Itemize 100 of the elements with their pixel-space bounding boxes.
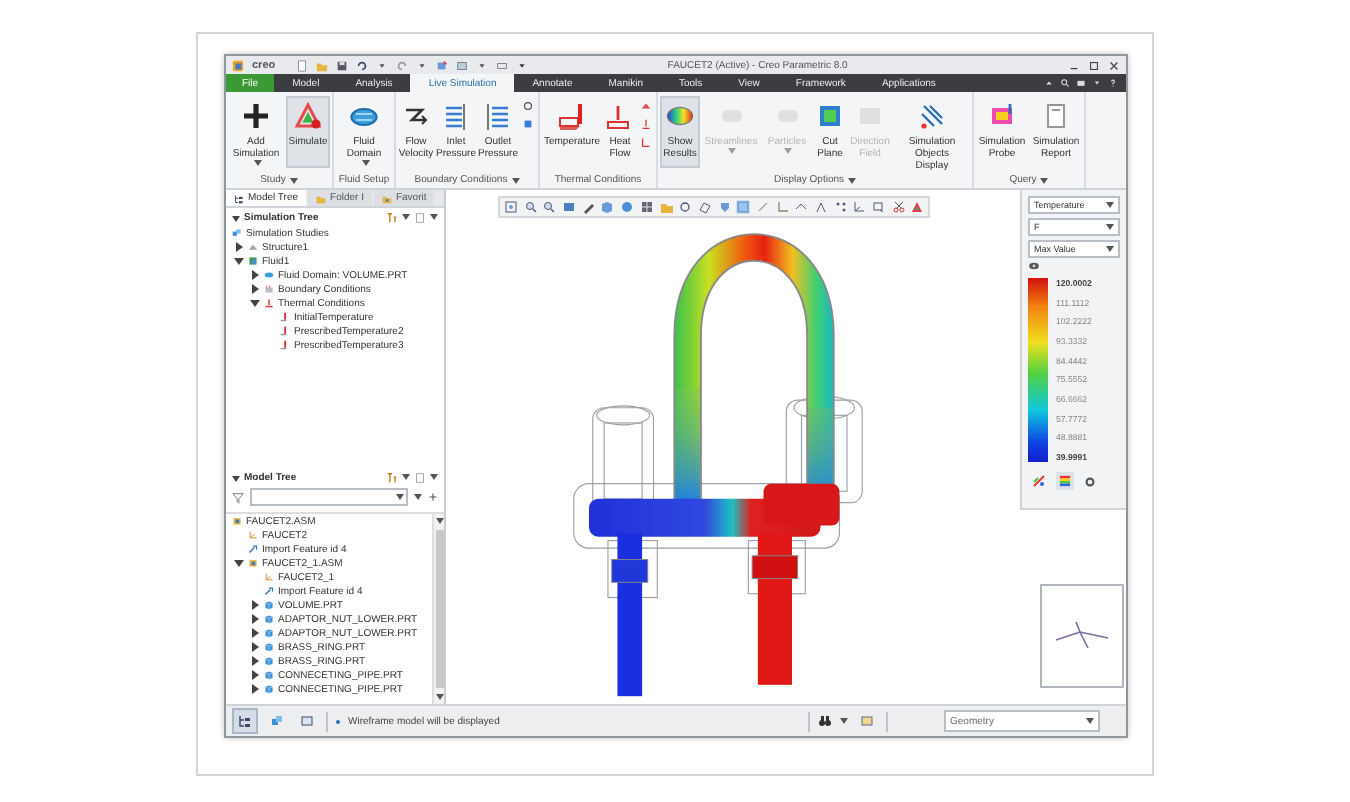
caret-icon [848,177,856,183]
expander-icon[interactable] [250,614,260,624]
circle-icon[interactable] [678,200,693,214]
cube-icon [264,670,274,680]
zoom-in-icon[interactable] [523,200,538,214]
search-icon[interactable] [1060,78,1070,88]
thermometer-icon [558,102,586,130]
collapse-icon[interactable] [232,213,240,221]
tree-settings-icon[interactable] [386,471,398,483]
pencil-icon[interactable] [581,200,596,214]
cubes-icon [232,228,242,238]
cubes-icon[interactable] [270,714,284,728]
expander-icon[interactable] [250,642,260,652]
caret-icon [430,474,438,480]
cube-icon [264,600,274,610]
cube-icon [264,642,274,652]
expander-icon[interactable] [250,684,260,694]
collapse-icon[interactable] [232,473,240,481]
filter-icon[interactable] [232,491,244,503]
plate-icon [606,102,634,130]
import-icon [264,586,274,596]
cube-icon[interactable] [736,200,751,214]
caret-icon [1106,202,1114,208]
thermometer-icon [280,340,290,350]
triangle-icon[interactable] [910,200,925,214]
expander-icon[interactable] [250,670,260,680]
document-icon[interactable] [414,471,426,483]
assembly-icon [248,558,258,568]
cube-icon [264,684,274,694]
zoom-fit-icon[interactable] [504,200,518,214]
binoculars-icon[interactable] [818,714,832,728]
scrollbar[interactable] [432,514,444,704]
hatch-icon [918,102,946,130]
close-icon[interactable] [1108,59,1120,71]
regenerate-icon[interactable] [435,59,448,71]
thermometer-icon [280,326,290,336]
cube-icon [264,628,274,638]
caret-icon [1040,177,1049,183]
thermometer-icon [280,312,290,322]
expander-icon[interactable] [234,256,244,266]
frame-icon[interactable] [495,59,508,71]
expander-icon[interactable] [250,284,260,294]
globe-icon[interactable] [620,200,635,214]
caret-icon [361,160,369,166]
tree-icon[interactable] [238,714,252,728]
import-icon [248,544,258,554]
lines-icon [442,102,470,130]
document-icon[interactable] [414,211,426,223]
expander-icon[interactable] [250,270,260,280]
expander-icon[interactable] [250,656,260,666]
caret-icon [435,518,443,524]
undo-icon[interactable] [355,59,368,71]
expander-icon[interactable] [234,242,244,252]
grid-icon[interactable] [639,200,654,214]
cube-icon [264,614,274,624]
save-icon[interactable] [335,59,348,71]
plane-icon[interactable] [697,200,712,214]
caret-icon [396,494,404,500]
expander-icon[interactable] [234,558,244,568]
shield-icon[interactable] [717,200,732,214]
scissors-icon[interactable] [891,200,906,214]
thermometer-icon [264,298,274,308]
color-bar-icon[interactable] [1056,472,1074,490]
expander-icon[interactable] [250,628,260,638]
palette-icon[interactable] [1032,474,1046,488]
square-icon [816,102,844,130]
logo-icon [232,59,244,71]
caret-icon [1106,246,1114,252]
dots-icon[interactable] [833,200,848,214]
filter-field[interactable] [250,488,408,506]
expander-icon[interactable] [250,600,260,610]
caret-icon [402,214,410,220]
tree-settings-icon[interactable] [386,211,398,223]
star-folder-icon [381,193,392,203]
palette-icon [988,102,1016,130]
caret-icon [402,474,410,480]
lines-icon [484,102,512,130]
caret-icon[interactable] [1092,78,1102,88]
window-icon[interactable] [1076,78,1086,88]
caret-icon [1106,224,1114,230]
maximize-icon[interactable] [1088,59,1100,71]
help-icon[interactable] [1108,78,1118,88]
assembly-icon [232,516,242,526]
caret-icon [435,694,443,700]
collapse-icon[interactable] [1044,78,1054,88]
eye-icon[interactable] [1028,262,1040,270]
document-icon[interactable] [295,59,308,71]
caret-icon [840,718,848,724]
expander-icon[interactable] [250,298,260,308]
cube-icon [264,656,274,666]
caret-icon [430,214,438,220]
caret-icon [511,177,520,183]
redo-icon[interactable] [395,59,408,71]
caret-icon [784,148,792,154]
zoom-out-icon[interactable] [542,200,557,214]
add-icon[interactable] [428,492,438,502]
capsule-icon [264,270,274,280]
caret-icon [253,160,261,166]
tree-icon [234,193,244,203]
square-icon[interactable] [562,200,577,214]
